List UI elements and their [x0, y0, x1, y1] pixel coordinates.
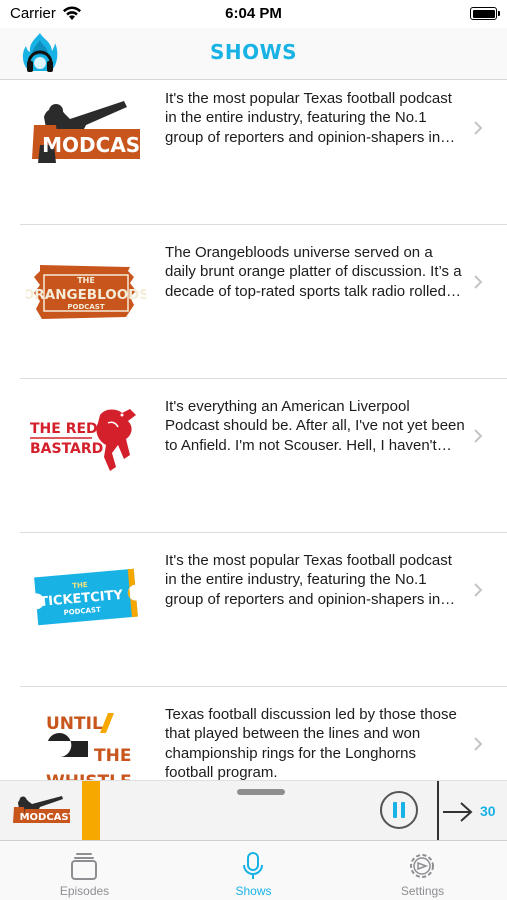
chevron-right-icon [474, 429, 483, 443]
mini-player[interactable]: MODCAST 30 [0, 780, 507, 841]
status-bar: Carrier 6:04 PM [0, 0, 507, 28]
svg-text:THE RED: THE RED [30, 421, 98, 437]
svg-text:THE: THE [94, 746, 131, 766]
svg-text:BASTARD: BASTARD [30, 441, 103, 457]
svg-text:WHISTLE: WHISTLE [46, 772, 132, 780]
microphone-icon [243, 852, 263, 879]
svg-text:MODCAST: MODCAST [20, 812, 70, 823]
svg-text:PODCAST: PODCAST [67, 303, 104, 311]
tab-episodes[interactable]: Episodes [0, 841, 169, 900]
tab-label: Episodes [59, 884, 110, 898]
nav-bar: SHOWS [0, 28, 507, 80]
show-description: It's the most popular Texas football pod… [165, 90, 452, 146]
ticketcity-podcast-logo: THE TICKETCITY PODCAST [34, 568, 138, 626]
orangebloods-podcast-logo: THE ORANGEBLOODS PODCAST [26, 265, 146, 319]
tab-shows[interactable]: Shows [169, 841, 338, 900]
show-description: It's the most popular Texas football pod… [165, 552, 452, 608]
now-playing-artwork: MODCAST [13, 796, 70, 823]
svg-text:MODCAST: MODCAST [42, 133, 146, 157]
tab-label: Settings [400, 884, 445, 898]
svg-text:THE: THE [72, 581, 88, 590]
episodes-stack-icon [71, 853, 97, 880]
skip-forward-icon[interactable] [441, 800, 475, 824]
show-row-orangebloods[interactable]: THE ORANGEBLOODS PODCAST The Orangeblood… [0, 225, 507, 379]
tab-label: Shows [235, 884, 272, 898]
show-row-the-red-bastard[interactable]: THE RED BASTARD It's everything an Ameri… [0, 379, 507, 533]
skip-forward-seconds[interactable]: 30 [480, 803, 496, 819]
tab-bar: Episodes Shows Settings [0, 840, 507, 900]
playback-progress-bar[interactable] [82, 781, 100, 841]
chevron-right-icon [474, 737, 483, 751]
until-the-whistle-logo: UNTIL THE WHISTLE [46, 713, 132, 780]
tab-settings[interactable]: Settings [338, 841, 507, 900]
svg-text:UNTIL: UNTIL [46, 714, 103, 734]
show-row-until-the-whistle[interactable]: UNTIL THE WHISTLE Texas football discuss… [0, 687, 507, 780]
show-description: It's everything an American Liverpool Po… [165, 398, 465, 454]
show-description: Texas football discussion led by those t… [165, 706, 457, 780]
chevron-right-icon [474, 121, 483, 135]
show-row-ticketcity[interactable]: THE TICKETCITY PODCAST It's the most pop… [0, 533, 507, 687]
chevron-right-icon [474, 275, 483, 289]
the-red-bastard-logo: THE RED BASTARD [30, 409, 136, 471]
svg-text:ORANGEBLOODS: ORANGEBLOODS [26, 287, 146, 303]
show-row-modcast[interactable]: MODCAST It's the most popular Texas foot… [0, 81, 507, 225]
gear-icon [410, 854, 434, 878]
battery-icon [470, 7, 500, 20]
modcast-logo: MODCAST [32, 101, 146, 163]
pause-button[interactable] [380, 791, 418, 829]
page-title: SHOWS [209, 40, 298, 64]
chevron-right-icon [474, 583, 483, 597]
drag-handle[interactable] [237, 789, 285, 795]
pause-icon [393, 802, 397, 818]
divider [437, 781, 439, 841]
clock: 6:04 PM [225, 5, 282, 22]
svg-text:THE: THE [77, 276, 95, 285]
show-description: The Orangebloods universe served on a da… [165, 244, 462, 300]
shows-list[interactable]: MODCAST It's the most popular Texas foot… [0, 81, 507, 780]
